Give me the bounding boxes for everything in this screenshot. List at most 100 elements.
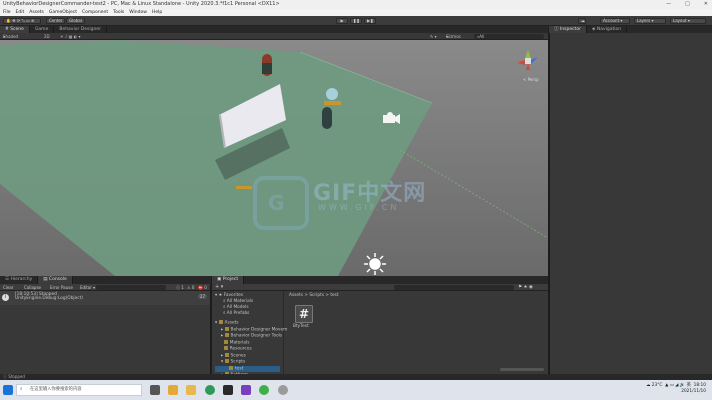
warning-count[interactable]: ⚠ 0 xyxy=(187,284,194,291)
main-toolbar: ✋ ✥ ⟳ ⤡ ▭ ⊕ Center Global ▶ ❚❚ ▶❚ ☁ Acco… xyxy=(0,16,712,26)
menu-window[interactable]: Window xyxy=(129,9,147,16)
folder-icon xyxy=(224,352,229,357)
clock-date: 2021/11/10 xyxy=(681,389,706,394)
inspector-panel xyxy=(549,33,712,374)
task-view-icon[interactable] xyxy=(150,385,160,395)
persp-label[interactable]: < Persp xyxy=(523,77,539,82)
close-button[interactable]: ✕ xyxy=(704,0,708,9)
transform-tools[interactable]: ✋ ✥ ⟳ ⤡ ▭ ⊕ xyxy=(3,18,41,24)
console-tab-strip: ☰ Hierarchy ▤ Console xyxy=(0,276,211,284)
add-asset-button[interactable]: + ▾ xyxy=(215,284,223,291)
watermark-url: WWW.GIF.CN xyxy=(318,203,400,212)
project-search-input[interactable] xyxy=(394,285,514,290)
minimize-button[interactable]: — xyxy=(666,0,671,9)
menu-component[interactable]: Component xyxy=(82,9,108,16)
icon-size-slider[interactable] xyxy=(500,368,544,371)
folder-icon xyxy=(224,326,229,331)
taskbar-search-input[interactable]: ⌕ 在这里输入你要搜索的内容 xyxy=(16,384,142,396)
tab-scene[interactable]: # Scene xyxy=(0,26,30,33)
cloud-icon[interactable]: ☁ xyxy=(578,18,586,24)
tab-behavior-designer[interactable]: Behavior Designer xyxy=(54,26,107,33)
editor-dropdown[interactable]: Editor ▾ xyxy=(80,284,95,291)
scene-view-toolbar: Shaded ▾ 2D ☀ ♪ ▦ ◐ ▾ ✎ ▾ Gizmos ▾ ⌕ All xyxy=(0,33,548,40)
file-explorer-icon[interactable] xyxy=(186,385,196,395)
unity-icon[interactable] xyxy=(223,385,233,395)
app-icon[interactable] xyxy=(278,385,288,395)
project-content: Assets > Scripts > test # BtyTest xyxy=(285,291,548,374)
menu-bar: File Edit Assets GameObject Component To… xyxy=(0,9,712,16)
tab-hierarchy[interactable]: ☰ Hierarchy xyxy=(0,276,39,284)
maximize-button[interactable]: □ xyxy=(685,0,690,9)
play-button[interactable]: ▶ xyxy=(336,18,348,24)
menu-tools[interactable]: Tools xyxy=(113,9,124,16)
folder-icon xyxy=(223,346,228,350)
menu-file[interactable]: File xyxy=(3,9,11,16)
light-gizmo-icon xyxy=(364,253,386,275)
teal-sphere xyxy=(326,88,338,100)
log-count[interactable]: ⓘ 1 xyxy=(176,284,184,291)
window-title-bar: UnityBehaviorDesignerCommander-test2 - P… xyxy=(0,0,712,9)
tab-game[interactable]: Game xyxy=(30,26,55,33)
2d-toggle[interactable]: 2D xyxy=(44,33,50,40)
status-text: Stopped xyxy=(8,374,25,379)
step-button[interactable]: ▶❚ xyxy=(364,18,376,24)
scene-tools-icon[interactable]: ✎ ▾ xyxy=(430,33,437,40)
project-toolbar: + ▾ ⚑ ★ ◉ xyxy=(212,284,548,291)
project-tab-strip: ▣ Project xyxy=(212,276,548,284)
tab-console[interactable]: ▤ Console xyxy=(38,276,73,284)
enemy-capsule xyxy=(322,107,332,129)
tab-inspector[interactable]: ⓘ Inspector xyxy=(549,26,587,33)
scene-search-input[interactable]: ⌕ All xyxy=(474,34,544,39)
console-detail: UnityEngine.Debug:Log(Object) xyxy=(15,296,83,301)
folder-icon xyxy=(218,320,223,324)
console-toolbar: Clear Collapse Error Pause Editor ▾ ⓘ 1 … xyxy=(0,284,210,291)
error-count[interactable]: ⛔ 0 xyxy=(198,284,207,291)
windows-taskbar: ⌕ 在这里输入你要搜索的内容 ☁ 23°C ▲ ▭ ◢ 🔊 英 18:10 20… xyxy=(0,380,712,400)
console-entry[interactable]: i [18:10:53] Stopped UnityEngine.Debug:L… xyxy=(0,291,210,305)
asset-file-name[interactable]: BtyTest xyxy=(293,324,309,330)
clear-button[interactable]: Clear xyxy=(3,284,13,291)
pivot-center-button[interactable]: Center xyxy=(46,18,66,24)
account-dropdown[interactable]: Account ▾ xyxy=(600,18,630,24)
gizmos-dropdown[interactable]: Gizmos ▾ xyxy=(446,33,461,40)
info-icon: i xyxy=(2,294,9,301)
console-panel: Clear Collapse Error Pause Editor ▾ ⓘ 1 … xyxy=(0,284,211,374)
clock-time: 18:10 xyxy=(693,383,706,388)
pivot-global-button[interactable]: Global xyxy=(66,18,85,24)
shading-mode-dropdown[interactable]: Shaded ▾ xyxy=(3,33,18,40)
visual-studio-icon[interactable] xyxy=(241,385,251,395)
yellow-label xyxy=(324,101,341,105)
csharp-script-icon[interactable]: # xyxy=(295,305,313,323)
filter-icons[interactable]: ⚑ ★ ◉ xyxy=(518,284,533,291)
window-title: UnityBehaviorDesignerCommander-test2 - P… xyxy=(3,1,280,7)
lighting-icon[interactable]: ☀ ♪ ▦ ◐ ▾ xyxy=(60,33,81,40)
console-search-input[interactable] xyxy=(96,285,166,290)
project-tree: ▾ ★ Favorites ⌕ All Materials ⌕ All Mode… xyxy=(212,291,287,378)
scene-viewport[interactable]: G < Persp GIF中文网 WWW.GIF.CN xyxy=(0,40,548,276)
wechat-icon[interactable] xyxy=(259,385,269,395)
svg-text:G: G xyxy=(268,191,284,215)
menu-edit[interactable]: Edit xyxy=(16,9,25,16)
menu-assets[interactable]: Assets xyxy=(29,9,44,16)
windows-start-icon[interactable] xyxy=(3,385,13,395)
browser-icon[interactable] xyxy=(205,385,215,395)
error-pause-button[interactable]: Error Pause xyxy=(50,284,73,291)
layers-dropdown[interactable]: Layers ▾ xyxy=(634,18,666,24)
tab-navigation[interactable]: ◈ Navigation xyxy=(587,26,628,33)
menu-gameobject[interactable]: GameObject xyxy=(49,9,77,16)
collapse-button[interactable]: Collapse xyxy=(24,284,41,291)
path-marker xyxy=(236,186,252,189)
folder-icon xyxy=(224,359,229,363)
project-breadcrumb[interactable]: Assets > Scripts > test xyxy=(289,293,544,299)
project-panel: + ▾ ⚑ ★ ◉ ▾ ★ Favorites ⌕ All Materials … xyxy=(212,284,548,378)
folder-icon xyxy=(223,339,228,344)
tree-item[interactable]: ▸ Behavior Designer Tools xyxy=(215,333,282,340)
app-icon[interactable] xyxy=(168,385,178,395)
tab-project[interactable]: ▣ Project xyxy=(212,276,245,284)
layout-dropdown[interactable]: Layout ▾ xyxy=(670,18,706,24)
pause-button[interactable]: ❚❚ xyxy=(350,18,362,24)
folder-icon xyxy=(224,333,229,337)
favorite-all-prefabs[interactable]: ⌕ All Prefabs xyxy=(215,311,280,317)
system-tray[interactable]: ☁ 23°C ▲ ▭ ◢ 🔊 英 18:10 2021/11/10 xyxy=(646,383,706,395)
menu-help[interactable]: Help xyxy=(152,9,162,16)
